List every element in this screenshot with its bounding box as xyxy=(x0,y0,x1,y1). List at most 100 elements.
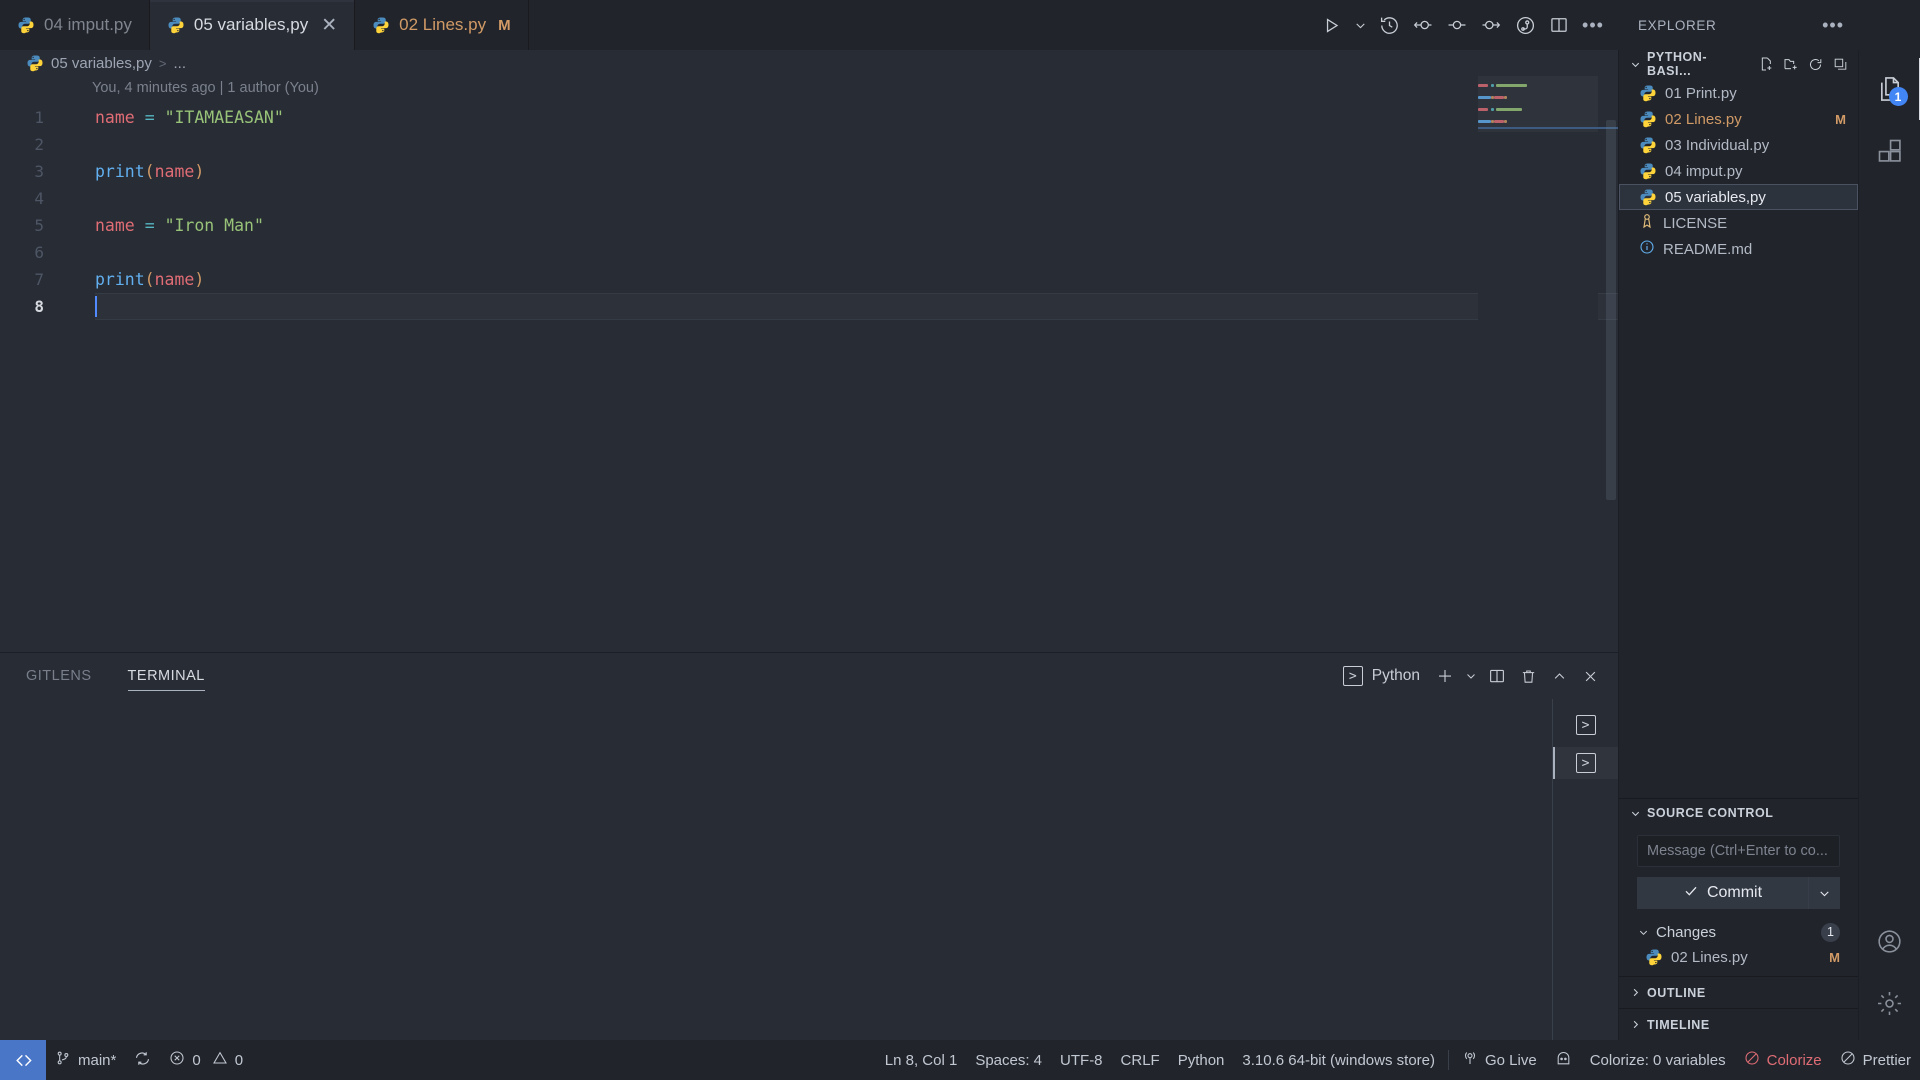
python-icon xyxy=(167,16,185,34)
editor-scrollbar[interactable] xyxy=(1604,76,1618,652)
python-interpreter[interactable]: 3.10.6 64-bit (windows store) xyxy=(1233,1040,1444,1080)
code-line[interactable]: 7 print(name) xyxy=(0,266,1618,293)
more-actions-button[interactable]: ••• xyxy=(1578,10,1608,40)
breadcrumb-file[interactable]: 05 variables,py xyxy=(51,55,152,72)
sync-changes-button[interactable] xyxy=(125,1040,160,1080)
scrollbar-thumb[interactable] xyxy=(1606,120,1616,500)
terminal-output[interactable] xyxy=(0,699,1552,1040)
file-tree-item[interactable]: LICENSE xyxy=(1619,210,1858,236)
timeline-section-header[interactable]: TIMELINE xyxy=(1619,1008,1858,1040)
current-commit-button[interactable] xyxy=(1442,10,1472,40)
chevron-down-icon xyxy=(1629,808,1641,819)
settings-activity-icon[interactable] xyxy=(1859,972,1920,1034)
code-line[interactable]: 6 xyxy=(0,239,1618,266)
go-live[interactable]: Go Live xyxy=(1453,1040,1546,1080)
terminal-profile-dropdown[interactable] xyxy=(1462,662,1480,690)
split-terminal-button[interactable] xyxy=(1483,662,1511,690)
terminal-instance[interactable]: > xyxy=(1553,747,1618,779)
maximize-panel-button[interactable] xyxy=(1545,662,1573,690)
panel-tab[interactable]: TERMINAL xyxy=(127,653,206,699)
git-graph-button[interactable] xyxy=(1510,10,1540,40)
accounts-activity-icon[interactable] xyxy=(1859,910,1920,972)
collapse-all-button[interactable] xyxy=(1831,55,1850,74)
change-file-name: 02 Lines.py xyxy=(1671,948,1748,966)
explorer-activity-icon[interactable]: 1 xyxy=(1859,58,1920,120)
terminal-icon: > xyxy=(1575,753,1596,773)
commit-message-input[interactable] xyxy=(1637,835,1840,867)
editor-tab[interactable]: 02 Lines.py M xyxy=(355,0,529,50)
panel-tab[interactable]: GITLENS xyxy=(26,653,92,699)
folder-section-header[interactable]: PYTHON-BASI... xyxy=(1619,50,1858,78)
python-icon xyxy=(1639,84,1657,102)
kill-terminal-button[interactable] xyxy=(1514,662,1542,690)
refresh-explorer-button[interactable] xyxy=(1806,55,1825,74)
explorer-badge: 1 xyxy=(1888,87,1908,106)
live-share[interactable] xyxy=(1546,1040,1581,1080)
code-line[interactable]: 8 xyxy=(0,293,1618,320)
colorize-toggle[interactable]: Colorize xyxy=(1735,1040,1831,1080)
editor-tab[interactable]: 05 variables,py ✕ xyxy=(149,0,356,50)
file-tree-item[interactable]: 03 Individual.py xyxy=(1619,132,1858,158)
file-tree-item[interactable]: 02 Lines.py M xyxy=(1619,106,1858,132)
file-history-button[interactable] xyxy=(1374,10,1404,40)
next-change-button[interactable] xyxy=(1476,10,1506,40)
file-tree-item[interactable]: 04 imput.py xyxy=(1619,158,1858,184)
code-editor[interactable]: You, 4 minutes ago | 1 author (You) 1 nam… xyxy=(0,76,1618,652)
file-tree-item[interactable]: 05 variables,py xyxy=(1619,184,1858,210)
sidebar-more-button[interactable]: ••• xyxy=(1822,16,1844,34)
run-python-file-button[interactable] xyxy=(1316,10,1346,40)
code-line[interactable]: 5 name = "Iron Man" xyxy=(0,212,1618,239)
text-cursor xyxy=(95,296,97,317)
status-label: Spaces: 4 xyxy=(975,1051,1043,1069)
change-item[interactable]: 02 Lines.py M xyxy=(1637,944,1840,970)
outline-section-header[interactable]: OUTLINE xyxy=(1619,976,1858,1008)
extensions-activity-icon[interactable] xyxy=(1859,120,1920,182)
close-icon[interactable]: ✕ xyxy=(321,16,337,35)
new-terminal-button[interactable] xyxy=(1431,662,1459,690)
source-control-header[interactable]: SOURCE CONTROL xyxy=(1619,799,1858,827)
remote-window-button[interactable] xyxy=(0,1040,46,1080)
branch-label: main* xyxy=(78,1051,117,1069)
commit-button[interactable]: Commit xyxy=(1637,877,1808,909)
editor-tab[interactable]: 04 imput.py xyxy=(0,0,150,50)
run-options-dropdown[interactable] xyxy=(1350,10,1370,40)
code-line[interactable]: 2 xyxy=(0,131,1618,158)
line-number: 3 xyxy=(34,162,44,181)
prettier[interactable]: Prettier xyxy=(1831,1040,1920,1080)
tab-label: 05 variables,py xyxy=(193,15,309,34)
code-line[interactable]: 1 name = "ITAMAEASAN" xyxy=(0,104,1618,131)
terminal-instances-list: > > xyxy=(1552,699,1618,1040)
changes-group-header[interactable]: Changes 1 xyxy=(1637,920,1840,944)
split-editor-button[interactable] xyxy=(1544,10,1574,40)
code-line[interactable]: 3 print(name) xyxy=(0,158,1618,185)
terminal-instance[interactable]: > xyxy=(1553,709,1618,741)
breadcrumb-separator-icon: > xyxy=(158,55,167,71)
python-icon xyxy=(26,54,44,72)
encoding[interactable]: UTF-8 xyxy=(1051,1040,1112,1080)
file-tree-item[interactable]: 01 Print.py xyxy=(1619,80,1858,106)
breadcrumb-symbol[interactable]: ... xyxy=(174,55,187,72)
end-of-line[interactable]: CRLF xyxy=(1112,1040,1169,1080)
git-branch-status[interactable]: main* xyxy=(46,1040,125,1080)
commit-options-dropdown[interactable] xyxy=(1808,877,1840,909)
line-number: 7 xyxy=(34,270,44,289)
active-terminal-chip[interactable]: > Python xyxy=(1335,663,1428,689)
file-tree-scroll[interactable]: 01 Print.py 02 Lines.py M 03 Individual.p… xyxy=(1619,78,1858,798)
code-line[interactable]: 4 xyxy=(0,185,1618,212)
file-tree-item[interactable]: README.md xyxy=(1619,236,1858,262)
problems-status[interactable]: 0 0 xyxy=(160,1040,252,1080)
language-mode[interactable]: Python xyxy=(1169,1040,1234,1080)
new-folder-button[interactable] xyxy=(1781,55,1800,74)
previous-change-button[interactable] xyxy=(1408,10,1438,40)
status-label: 3.10.6 64-bit (windows store) xyxy=(1242,1051,1435,1069)
editor-position[interactable]: Ln 8, Col 1 xyxy=(876,1040,967,1080)
line-number: 1 xyxy=(34,108,44,127)
indentation[interactable]: Spaces: 4 xyxy=(966,1040,1051,1080)
code-token: name xyxy=(154,270,195,289)
close-panel-button[interactable] xyxy=(1576,662,1604,690)
new-file-button[interactable] xyxy=(1756,55,1775,74)
colorize-count[interactable]: Colorize: 0 variables xyxy=(1581,1040,1735,1080)
python-icon xyxy=(1645,948,1663,966)
